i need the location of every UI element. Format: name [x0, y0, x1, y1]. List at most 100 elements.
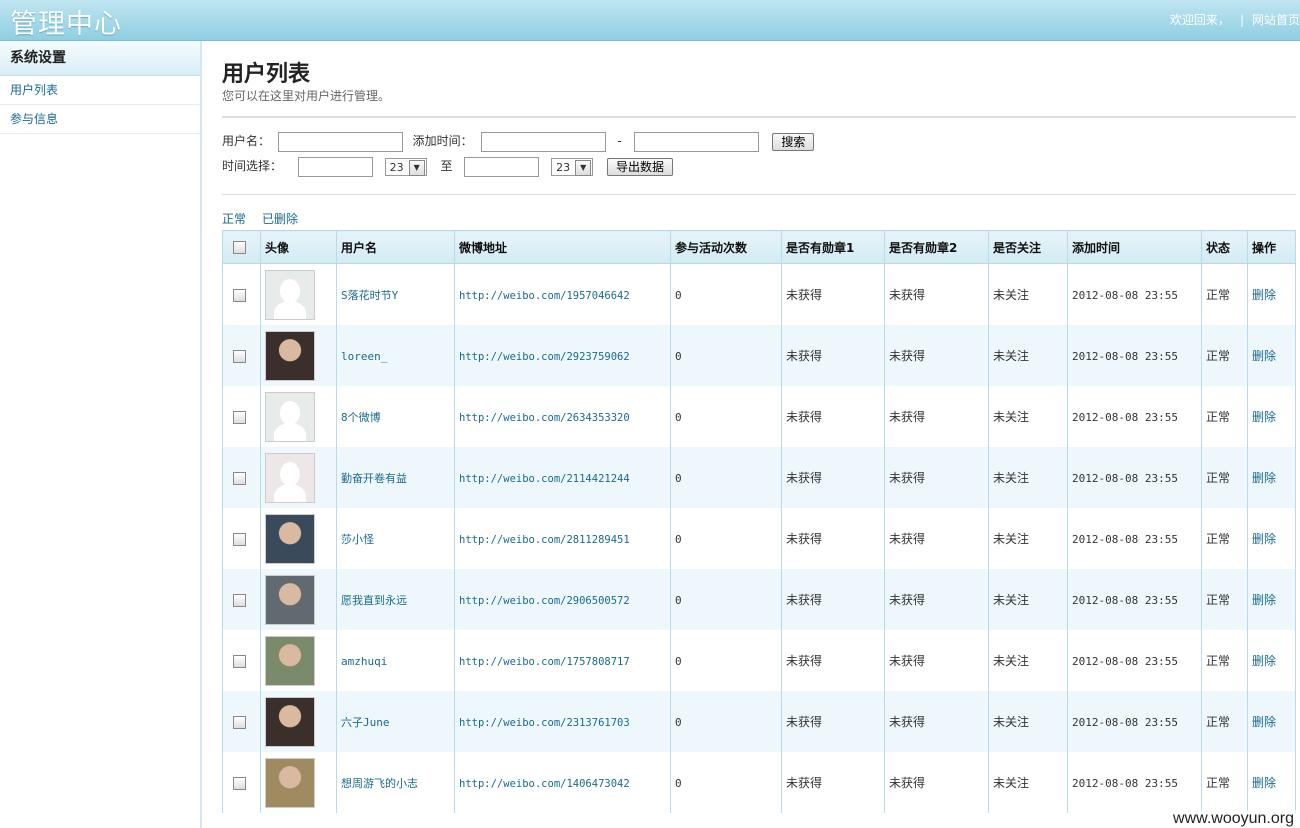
user-name-link[interactable]: loreen_ [341, 350, 387, 363]
follow-status: 未关注 [993, 471, 1030, 485]
cell-weibo-url-link[interactable]: http://weibo.com/1957046642 [454, 263, 671, 325]
cell-weibo-url-link[interactable]: http://weibo.com/1406473042 [454, 752, 671, 813]
cell-select[interactable] [222, 752, 261, 813]
row-checkbox[interactable] [233, 654, 246, 668]
avatar [265, 452, 315, 503]
cell-weibo-url-link[interactable]: http://weibo.com/2923759062 [454, 325, 671, 386]
cell-added-time: 2012-08-08 23:55 [1067, 325, 1202, 386]
user-name-link[interactable]: amzhuqi [341, 655, 387, 668]
cell-weibo-url-link[interactable]: http://weibo.com/2114421244 [454, 447, 671, 508]
user-name-link[interactable]: 想周游飞的小志 [341, 777, 418, 790]
cell-select[interactable] [222, 447, 261, 508]
user-name-link[interactable]: 愿我直到永远 [341, 594, 407, 607]
row-checkbox[interactable] [233, 715, 246, 729]
cell-delete-link[interactable]: 删除 [1247, 630, 1296, 691]
delete-link[interactable]: 删除 [1252, 349, 1276, 363]
addtime-from-input[interactable] [480, 131, 606, 152]
cell-user-name-link[interactable]: 8个微博 [336, 386, 455, 447]
cell-select[interactable] [222, 325, 261, 386]
cell-select[interactable] [222, 508, 261, 569]
select-all-checkbox[interactable] [233, 241, 246, 254]
cell-medal2-status: 未获得 [884, 691, 989, 752]
tab-normal[interactable]: 正常 [222, 212, 246, 226]
cell-user-name-link[interactable]: 勤奋开卷有益 [336, 447, 455, 508]
cell-delete-link[interactable]: 删除 [1247, 263, 1296, 325]
cell-weibo-url-link[interactable]: http://weibo.com/2313761703 [454, 691, 671, 752]
weibo-url-link[interactable]: http://weibo.com/2634353320 [459, 412, 630, 424]
weibo-url-link[interactable]: http://weibo.com/1406473042 [459, 778, 630, 790]
row-checkbox[interactable] [233, 776, 246, 790]
cell-user-name-link[interactable]: loreen_ [336, 325, 455, 386]
cell-weibo-url-link[interactable]: http://weibo.com/2811289451 [454, 508, 671, 569]
row-checkbox[interactable] [233, 471, 246, 485]
site-home-link[interactable]: 网站首页 [1252, 13, 1300, 27]
cell-follow-status: 未关注 [988, 447, 1068, 508]
row-checkbox[interactable] [233, 349, 246, 363]
cell-weibo-url-link[interactable]: http://weibo.com/2634353320 [454, 386, 671, 447]
weibo-url-link[interactable]: http://weibo.com/2811289451 [459, 534, 630, 546]
cell-weibo-url-link[interactable]: http://weibo.com/2906500572 [454, 569, 671, 630]
cell-select[interactable] [222, 386, 261, 447]
search-button[interactable]: 搜索 [772, 132, 815, 151]
added-time: 2012-08-08 23:55 [1072, 532, 1178, 546]
delete-link[interactable]: 删除 [1252, 471, 1276, 485]
user-name-link[interactable]: S落花时节Y [341, 289, 398, 302]
tab-deleted[interactable]: 已删除 [262, 212, 298, 226]
user-name-link[interactable]: 8个微博 [341, 411, 381, 424]
added-time: 2012-08-08 23:55 [1072, 349, 1178, 363]
addtime-to-input[interactable] [633, 131, 759, 152]
user-name-link[interactable]: 莎小怪 [341, 533, 374, 546]
cell-user-name-link[interactable]: amzhuqi [336, 630, 455, 691]
cell-select[interactable] [222, 569, 261, 630]
delete-link[interactable]: 删除 [1252, 288, 1276, 302]
weibo-url-link[interactable]: http://weibo.com/2906500572 [459, 595, 630, 607]
cell-user-name-link[interactable]: 想周游飞的小志 [336, 752, 455, 813]
cell-delete-link[interactable]: 删除 [1247, 508, 1296, 569]
sidebar-item-participation[interactable]: 参与信息 [0, 105, 200, 134]
user-name-link[interactable]: 勤奋开卷有益 [341, 472, 407, 485]
row-checkbox[interactable] [233, 288, 246, 302]
cell-weibo-url-link[interactable]: http://weibo.com/1757808717 [454, 630, 671, 691]
weibo-url-link[interactable]: http://weibo.com/2313761703 [459, 717, 630, 729]
cell-delete-link[interactable]: 删除 [1247, 325, 1296, 386]
delete-link[interactable]: 删除 [1252, 715, 1276, 729]
row-checkbox[interactable] [233, 593, 246, 607]
cell-user-name-link[interactable]: 愿我直到永远 [336, 569, 455, 630]
weibo-url-link[interactable]: http://weibo.com/2114421244 [459, 473, 630, 485]
delete-link[interactable]: 删除 [1252, 410, 1276, 424]
cell-user-name-link[interactable]: 莎小怪 [336, 508, 455, 569]
hour-to-select[interactable]: 23 ▼ [551, 157, 594, 176]
delete-link[interactable]: 删除 [1252, 654, 1276, 668]
cell-user-name-link[interactable]: S落花时节Y [336, 263, 455, 325]
hour-from-select[interactable]: 23 ▼ [384, 157, 427, 176]
cell-follow-status: 未关注 [988, 691, 1068, 752]
select-all-header[interactable] [222, 230, 261, 264]
row-status: 正常 [1206, 288, 1231, 302]
time-from-input[interactable] [297, 156, 373, 177]
delete-link[interactable]: 删除 [1252, 593, 1276, 607]
row-checkbox[interactable] [233, 532, 246, 546]
cell-delete-link[interactable]: 删除 [1247, 386, 1296, 447]
cell-delete-link[interactable]: 删除 [1247, 691, 1296, 752]
weibo-url-link[interactable]: http://weibo.com/1757808717 [459, 656, 630, 668]
cell-select[interactable] [222, 263, 261, 325]
delete-link[interactable]: 删除 [1252, 532, 1276, 546]
time-to-input[interactable] [464, 156, 540, 177]
cell-select[interactable] [222, 630, 261, 691]
export-button[interactable]: 导出数据 [607, 157, 674, 176]
medal1-status: 未获得 [786, 593, 823, 607]
cell-user-name-link[interactable]: 六子June [336, 691, 455, 752]
cell-delete-link[interactable]: 删除 [1247, 447, 1296, 508]
row-checkbox[interactable] [233, 410, 246, 424]
medal1-status: 未获得 [786, 715, 823, 729]
username-input[interactable] [277, 131, 403, 152]
cell-delete-link[interactable]: 删除 [1247, 752, 1296, 813]
cell-delete-link[interactable]: 删除 [1247, 569, 1296, 630]
delete-link[interactable]: 删除 [1252, 776, 1276, 790]
watermark: www.wooyun.org [1171, 810, 1296, 828]
user-name-link[interactable]: 六子June [341, 716, 390, 729]
weibo-url-link[interactable]: http://weibo.com/2923759062 [459, 351, 630, 363]
weibo-url-link[interactable]: http://weibo.com/1957046642 [459, 290, 630, 302]
cell-select[interactable] [222, 691, 261, 752]
sidebar-item-user-list[interactable]: 用户列表 [0, 76, 200, 105]
